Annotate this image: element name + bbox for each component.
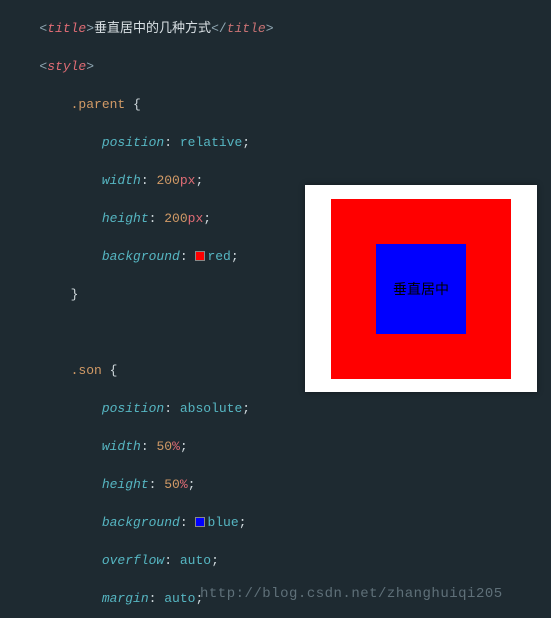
val-red: red xyxy=(207,249,230,264)
tag-title-close: title xyxy=(227,21,266,36)
val-absolute: absolute xyxy=(180,401,242,416)
preview-panel: 垂直居中 xyxy=(305,185,537,392)
prop-overflow: overflow xyxy=(102,553,164,568)
watermark-text: http://blog.csdn.net/zhanghuiqi205 xyxy=(200,586,503,602)
prop-position: position xyxy=(102,135,164,150)
selector-parent: .parent xyxy=(71,97,126,112)
tag-style-open: style xyxy=(47,59,86,74)
prop-background: background xyxy=(102,249,180,264)
preview-parent-box: 垂直居中 xyxy=(331,199,511,379)
prop-height: height xyxy=(102,211,149,226)
tag-title-open: title xyxy=(47,21,86,36)
prop-width: width xyxy=(102,173,141,188)
val-relative: relative xyxy=(180,135,242,150)
title-text: 垂直居中的几种方式 xyxy=(94,21,211,36)
prop-margin: margin xyxy=(102,591,149,606)
color-swatch-red-icon xyxy=(195,251,205,261)
color-swatch-blue-icon xyxy=(195,517,205,527)
selector-son: .son xyxy=(71,363,102,378)
preview-son-box: 垂直居中 xyxy=(376,244,466,334)
preview-son-text: 垂直居中 xyxy=(393,279,449,299)
val-blue: blue xyxy=(207,515,238,530)
